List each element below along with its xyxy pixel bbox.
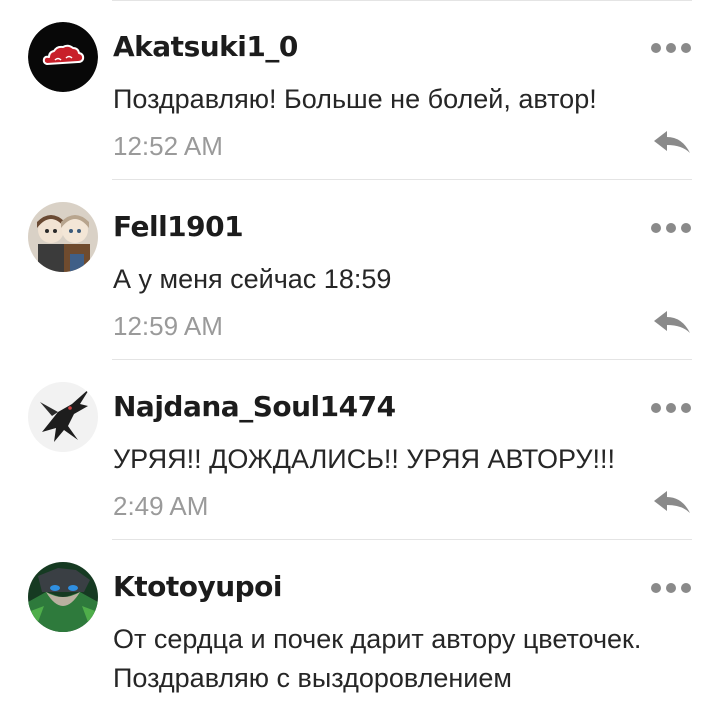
comment-username[interactable]: Najdana_Soul1474 — [113, 390, 396, 423]
comment-timestamp: 2:49 AM — [113, 491, 209, 521]
akatsuki-cloud-avatar-icon — [28, 22, 98, 92]
avatar[interactable] — [28, 202, 98, 272]
green-character-avatar-icon — [28, 562, 98, 632]
avatar[interactable] — [28, 562, 98, 632]
reply-arrow-icon — [654, 131, 690, 153]
more-dots-icon — [651, 223, 691, 233]
comment-item: Fell1901 А у меня сейчас 18:59 12:59 AM — [0, 180, 720, 360]
more-options-button[interactable] — [648, 216, 694, 240]
reply-button[interactable] — [652, 129, 692, 157]
avatar[interactable] — [28, 382, 98, 452]
two-characters-avatar-icon — [28, 202, 98, 272]
comment-username[interactable]: Akatsuki1_0 — [113, 30, 298, 63]
reply-button[interactable] — [652, 489, 692, 517]
more-dots-icon — [651, 43, 691, 53]
comment-item: Akatsuki1_0 Поздравляю! Больше не болей,… — [0, 0, 720, 180]
more-dots-icon — [651, 403, 691, 413]
comment-text: От сердца и почек дарит автору цветочек.… — [113, 624, 642, 693]
comment-item: Ktotoyupoi От сердца и почек дарит автор… — [0, 540, 720, 704]
reply-arrow-icon — [654, 311, 690, 333]
comment-text: Поздравляю! Больше не болей, автор! — [113, 84, 597, 114]
reply-arrow-icon — [654, 491, 690, 513]
more-options-button[interactable] — [648, 396, 694, 420]
dragon-avatar-icon — [28, 382, 98, 452]
more-options-button[interactable] — [648, 576, 694, 600]
more-options-button[interactable] — [648, 36, 694, 60]
more-dots-icon — [651, 583, 691, 593]
comment-username[interactable]: Ktotoyupoi — [113, 570, 283, 603]
comment-text: А у меня сейчас 18:59 — [113, 264, 392, 294]
comment-item: Najdana_Soul1474 УРЯЯ!! ДОЖДАЛИСЬ!! УРЯЯ… — [0, 360, 720, 540]
comment-timestamp: 12:52 AM — [113, 131, 223, 161]
reply-button[interactable] — [652, 309, 692, 337]
comment-timestamp: 12:59 AM — [113, 311, 223, 341]
comment-username[interactable]: Fell1901 — [113, 210, 244, 243]
avatar[interactable] — [28, 22, 98, 92]
comment-text: УРЯЯ!! ДОЖДАЛИСЬ!! УРЯЯ АВТОРУ!!! — [113, 444, 616, 474]
